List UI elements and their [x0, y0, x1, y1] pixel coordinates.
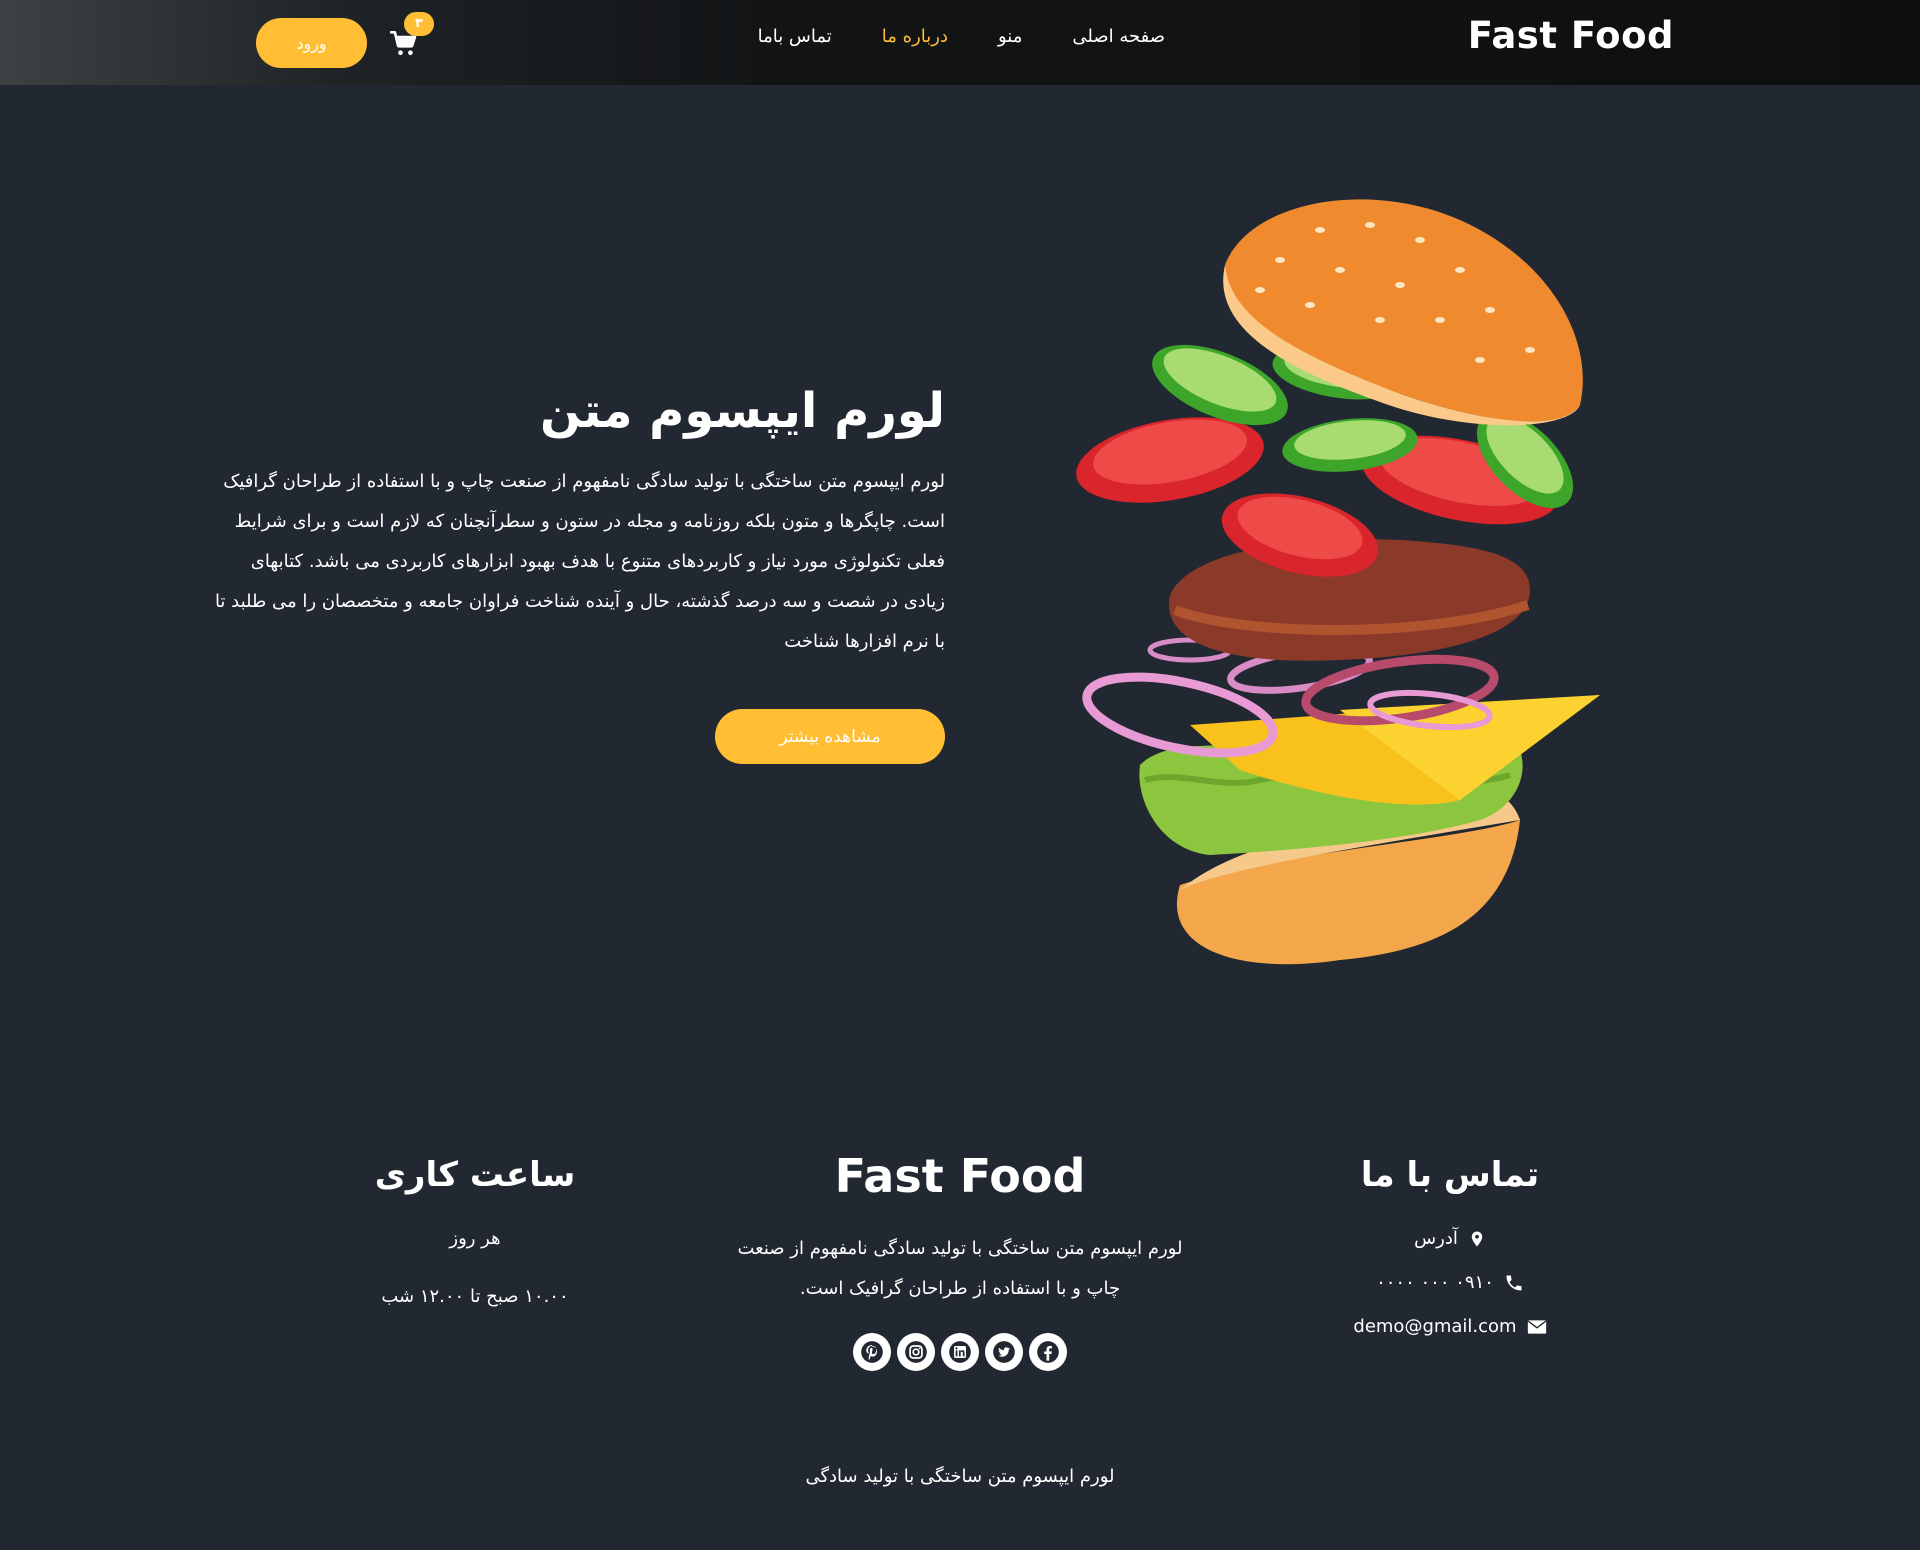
hours-time: ۱۰.۰۰ صبح تا ۱۲.۰۰ شب [381, 1286, 569, 1307]
contact-email[interactable]: demo@gmail.com [1320, 1313, 1580, 1341]
burger-illustration [1076, 199, 1600, 965]
facebook-icon[interactable] [1029, 1333, 1067, 1371]
footer-brand: Fast Food [834, 1149, 1086, 1203]
social-links [730, 1333, 1190, 1371]
nav-home[interactable]: صفحه اصلی [1072, 26, 1165, 47]
header: Fast Food صفحه اصلی منو درباره ما تماس ب… [0, 0, 1920, 85]
main-nav: صفحه اصلی منو درباره ما تماس باما [758, 26, 1165, 47]
location-pin-icon [1471, 1231, 1483, 1247]
nav-contact[interactable]: تماس باما [758, 26, 832, 47]
pinterest-icon[interactable] [853, 1333, 891, 1371]
twitter-icon[interactable] [985, 1333, 1023, 1371]
phone-number: ۰۹۱۰ ۰۰۰ ۰۰۰۰ [1376, 1272, 1494, 1293]
hours-title: ساعت کاری [374, 1155, 576, 1195]
footer-about: Fast Food لورم ایپسوم متن ساختگی با تولی… [730, 1149, 1190, 1371]
linkedin-icon[interactable] [941, 1333, 979, 1371]
copyright-text: لورم ایپسوم متن ساختگی با تولید سادگی [805, 1466, 1115, 1487]
see-more-button[interactable]: مشاهده بیشتر [715, 709, 945, 764]
contact-address[interactable]: آدرس [1320, 1225, 1580, 1253]
email-address: demo@gmail.com [1353, 1316, 1517, 1337]
contact-phone[interactable]: ۰۹۱۰ ۰۰۰ ۰۰۰۰ [1320, 1269, 1580, 1297]
footer-hours: ساعت کاری هر روز ۱۰.۰۰ صبح تا ۱۲.۰۰ شب [340, 1155, 610, 1341]
hero-title: لورم ایپسوم متن [539, 383, 945, 439]
envelope-icon [1527, 1320, 1546, 1334]
address-label: آدرس [1414, 1228, 1458, 1249]
footer-description: لورم ایپسوم متن ساختگی با تولید سادگی نا… [737, 1238, 1183, 1299]
brand-logo[interactable]: Fast Food [1468, 14, 1674, 57]
contact-title: تماس با ما [1360, 1155, 1540, 1195]
phone-icon [1506, 1275, 1522, 1291]
instagram-icon[interactable] [897, 1333, 935, 1371]
login-button[interactable]: ورود [256, 18, 367, 68]
footer-contact: تماس با ما آدرس ۰۹۱۰ ۰۰۰ ۰۰۰۰ demo@gmail… [1320, 1155, 1580, 1357]
hero-description: لورم ایپسوم متن ساختگی با تولید سادگی نا… [214, 471, 945, 653]
hero-text: لورم ایپسوم متن لورم ایپسوم متن ساختگی ب… [205, 380, 945, 662]
nav-menu[interactable]: منو [998, 26, 1022, 47]
hours-days: هر روز [449, 1228, 501, 1249]
nav-about[interactable]: درباره ما [882, 26, 948, 47]
cart-count-badge: ۳ [404, 12, 434, 36]
